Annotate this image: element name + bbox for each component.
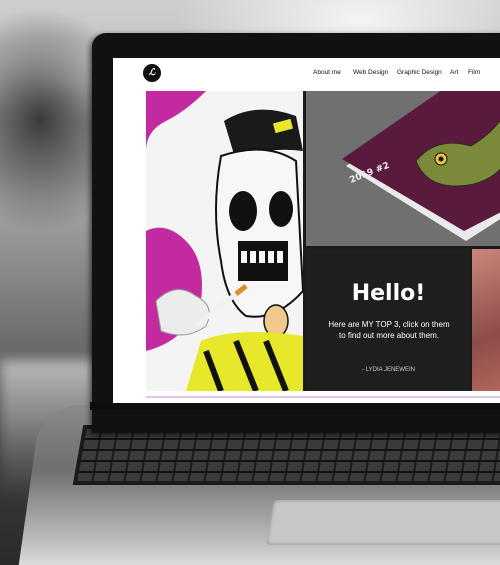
skull-illustration (146, 91, 303, 391)
laptop-keyboard (72, 425, 500, 485)
hello-description: Here are MY TOP 3, click on them to find… (328, 320, 450, 340)
magazine-illustration: 2019 #2 (306, 91, 500, 246)
nav-link-web-design[interactable]: Web Design (353, 69, 388, 76)
flower-photo-tile[interactable] (472, 249, 500, 391)
site-navbar: ℒ About me Web Design Graphic Design Art… (113, 58, 500, 90)
portfolio-grid: 2019 #2 Hello! Here are MY TOP 3, click … (146, 91, 500, 391)
site-logo[interactable]: ℒ (143, 64, 161, 82)
hello-tile: Hello! Here are MY TOP 3, click on them … (306, 249, 471, 391)
laptop-screen: ℒ About me Web Design Graphic Design Art… (113, 58, 500, 403)
keyboard-keys (77, 429, 500, 481)
laptop-hinge (90, 402, 500, 410)
laptop-trackpad (266, 500, 500, 545)
hello-signature: - LYDIA JENEWEIN (362, 367, 415, 373)
nav-link-about-me[interactable]: About me (313, 69, 341, 76)
footer-divider (146, 396, 500, 398)
hello-heading: Hello! (351, 281, 426, 306)
magazine-tile[interactable]: 2019 #2 (306, 91, 500, 246)
skull-art-tile[interactable] (146, 91, 303, 391)
nav-link-graphic-design[interactable]: Graphic Design (397, 69, 442, 76)
nav-link-art[interactable]: Art (450, 69, 458, 76)
nav-link-film[interactable]: Film (468, 69, 480, 76)
